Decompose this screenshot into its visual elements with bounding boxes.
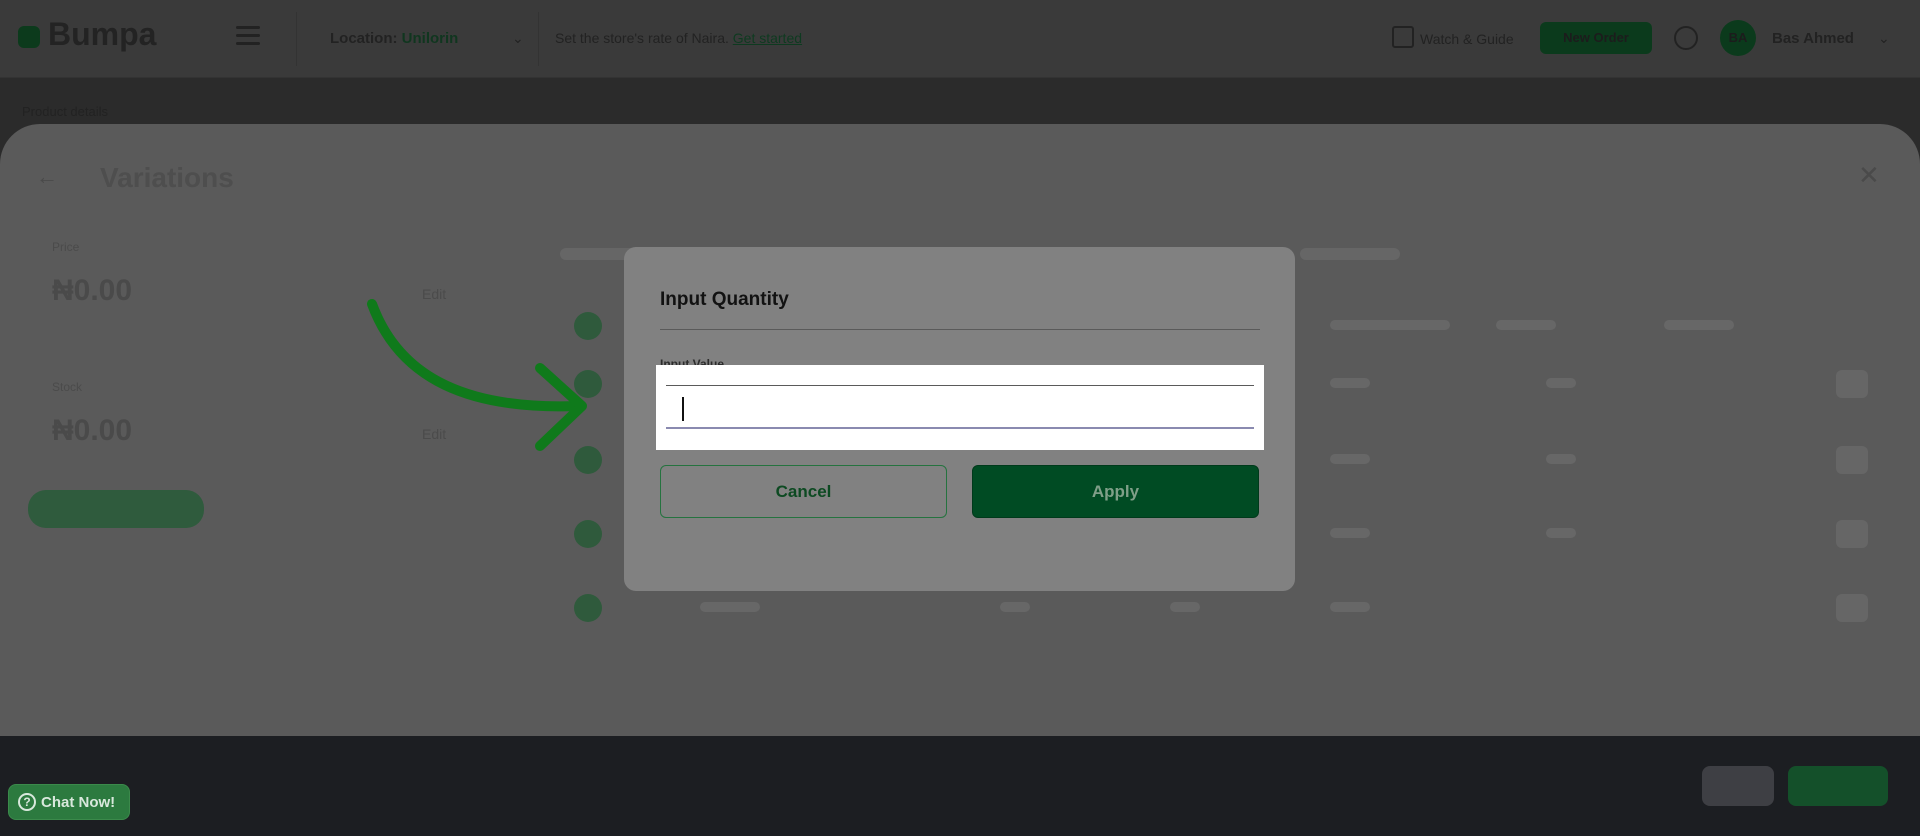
quantity-input[interactable]	[666, 385, 1254, 429]
breadcrumb: Product details	[22, 104, 108, 119]
row-checkbox[interactable]	[574, 520, 602, 548]
menu-icon[interactable]	[236, 26, 260, 48]
quantity-input-highlight	[656, 365, 1264, 450]
user-name[interactable]: Bas Ahmed	[1772, 30, 1854, 47]
logo-icon	[18, 26, 40, 48]
field-value: ₦0.00	[52, 274, 133, 307]
sheet-title: Variations	[100, 162, 234, 193]
text-caret	[682, 397, 684, 421]
avatar[interactable]: BA	[1720, 20, 1756, 56]
table-cell	[1546, 454, 1576, 464]
row-action-icon[interactable]	[1836, 520, 1868, 548]
add-variation-button[interactable]	[28, 490, 204, 528]
row-action-icon[interactable]	[1836, 594, 1868, 622]
chat-now-label: Chat Now!	[41, 793, 116, 811]
table-cell	[1546, 528, 1576, 538]
table-cell	[1330, 528, 1370, 538]
location-label: Location:	[330, 30, 398, 47]
secondary-footer-button[interactable]	[1702, 766, 1774, 806]
row-action-icon[interactable]	[1836, 370, 1868, 398]
cancel-button[interactable]: Cancel	[660, 465, 947, 518]
chevron-down-icon[interactable]: ⌄	[512, 30, 524, 47]
field-label: Stock	[52, 380, 83, 394]
chevron-down-icon[interactable]: ⌄	[1878, 30, 1890, 47]
location-value: Unilorin	[401, 30, 459, 47]
top-navigation-bar: Bumpa Location: Unilorin ⌄ Set the store…	[0, 0, 1920, 78]
apply-button[interactable]: Apply	[972, 465, 1259, 518]
new-order-button[interactable]: New Order	[1540, 22, 1652, 54]
video-icon[interactable]	[1392, 26, 1414, 48]
watch-guide-link[interactable]: Watch & Guide	[1420, 31, 1514, 47]
table-cell	[1664, 320, 1734, 330]
table-cell	[1330, 454, 1370, 464]
annotation-arrow-icon	[367, 299, 587, 451]
back-arrow-icon[interactable]: ←	[36, 164, 58, 190]
location-selector[interactable]: Location: Unilorin	[330, 30, 458, 47]
table-cell	[1330, 378, 1370, 388]
table-cell	[1496, 320, 1556, 330]
divider	[660, 329, 1260, 330]
tab-placeholder[interactable]	[1300, 248, 1400, 260]
dialog-title: Input Quantity	[660, 289, 789, 310]
chat-now-button[interactable]: ? Chat Now!	[8, 784, 130, 820]
sheet-footer	[0, 736, 1920, 836]
notice-text: Set the store's rate of Naira.	[555, 30, 729, 46]
divider	[538, 12, 539, 66]
primary-footer-button[interactable]	[1788, 766, 1888, 806]
row-checkbox[interactable]	[574, 594, 602, 622]
currency-notice: Set the store's rate of Naira. Get start…	[555, 30, 802, 46]
question-icon: ?	[18, 793, 36, 811]
table-cell	[1330, 320, 1450, 330]
app-logo[interactable]: Bumpa	[48, 16, 156, 53]
notice-link[interactable]: Get started	[733, 30, 802, 46]
close-icon[interactable]: ✕	[1858, 160, 1880, 191]
table-cell	[700, 602, 760, 612]
table-cell	[1000, 602, 1030, 612]
row-action-icon[interactable]	[1836, 446, 1868, 474]
table-cell	[1330, 602, 1370, 612]
field-value: ₦0.00	[52, 414, 133, 447]
divider	[296, 12, 297, 66]
table-cell	[1170, 602, 1200, 612]
table-cell	[1546, 378, 1576, 388]
field-label: Price	[52, 240, 80, 254]
settings-icon[interactable]	[1674, 26, 1698, 50]
